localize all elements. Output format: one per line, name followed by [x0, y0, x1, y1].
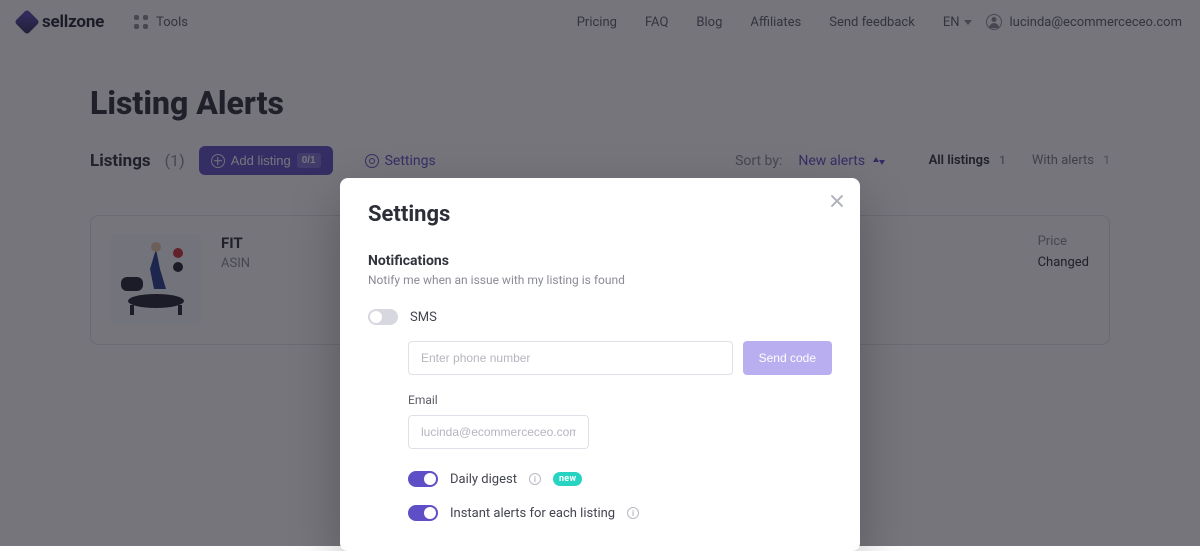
modal-overlay[interactable]: Settings Notifications Notify me when an…: [0, 0, 1200, 546]
instant-alerts-label: Instant alerts for each listing: [450, 506, 615, 521]
email-input[interactable]: [408, 415, 589, 449]
settings-modal: Settings Notifications Notify me when an…: [340, 178, 860, 551]
close-icon[interactable]: [828, 192, 846, 210]
instant-alerts-row: Instant alerts for each listing i: [408, 505, 832, 521]
instant-alerts-toggle[interactable]: [408, 505, 438, 521]
new-badge: new: [553, 472, 582, 486]
info-icon[interactable]: i: [627, 507, 639, 519]
send-code-button[interactable]: Send code: [743, 341, 832, 375]
daily-digest-label: Daily digest: [450, 472, 517, 487]
daily-digest-toggle[interactable]: [408, 471, 438, 487]
email-field-label: Email: [408, 393, 832, 407]
phone-number-input[interactable]: [408, 341, 733, 375]
notifications-section-title: Notifications: [368, 253, 832, 269]
sms-toggle-row: SMS: [368, 309, 832, 325]
notifications-section-subtitle: Notify me when an issue with my listing …: [368, 273, 832, 287]
sms-toggle[interactable]: [368, 309, 398, 325]
info-icon[interactable]: i: [529, 473, 541, 485]
sms-label: SMS: [410, 310, 437, 325]
modal-title: Settings: [368, 202, 832, 227]
daily-digest-row: Daily digest i new: [408, 471, 832, 487]
